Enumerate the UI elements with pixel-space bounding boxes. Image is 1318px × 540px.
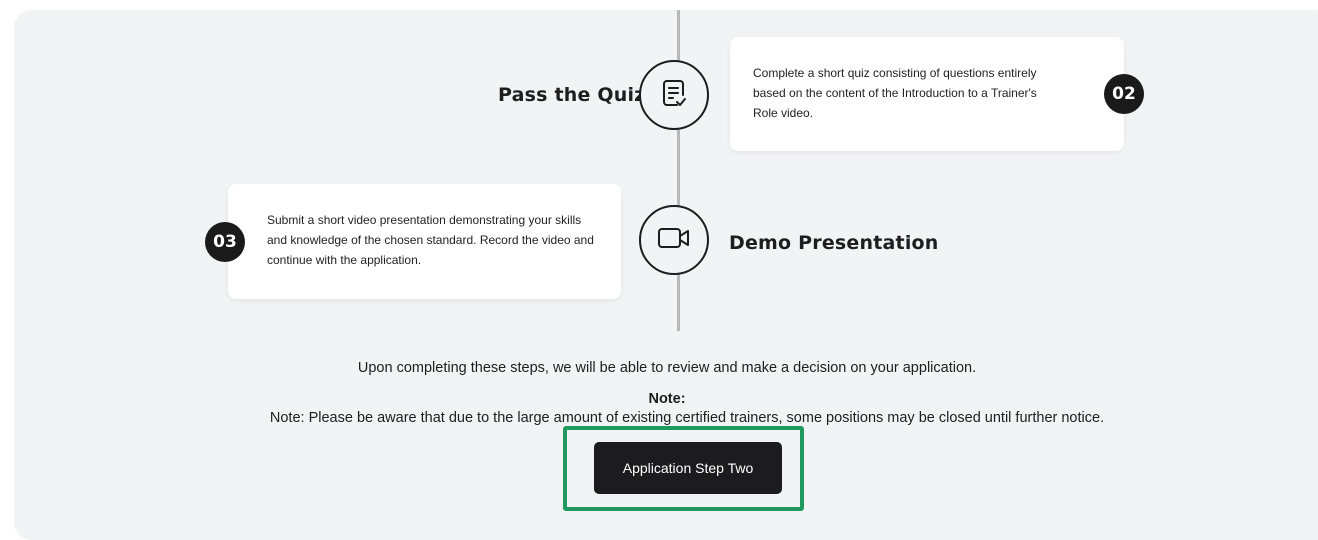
step-icon-circle-quiz (639, 60, 709, 130)
step-number-badge-02: 02 (1104, 74, 1144, 114)
step-description-demo: Submit a short video presentation demons… (267, 213, 594, 267)
quiz-icon (659, 77, 689, 114)
step-card-demo: Submit a short video presentation demons… (228, 184, 621, 299)
step-title-demo-presentation: Demo Presentation (729, 232, 939, 254)
video-camera-icon (657, 226, 691, 255)
completion-summary: Upon completing these steps, we will be … (357, 360, 977, 376)
step-title-pass-quiz: Pass the Quiz (498, 84, 646, 106)
step-icon-circle-demo (639, 205, 709, 275)
timeline-line (677, 10, 680, 331)
step-description-quiz: Complete a short quiz consisting of ques… (753, 66, 1037, 120)
step-card-quiz: Complete a short quiz consisting of ques… (730, 37, 1124, 151)
application-step-two-button[interactable]: Application Step Two (594, 442, 782, 494)
step-number-badge-03: 03 (205, 222, 245, 262)
note-heading: Note: (648, 391, 686, 407)
note-text: Note: Please be aware that due to the la… (269, 410, 1105, 426)
